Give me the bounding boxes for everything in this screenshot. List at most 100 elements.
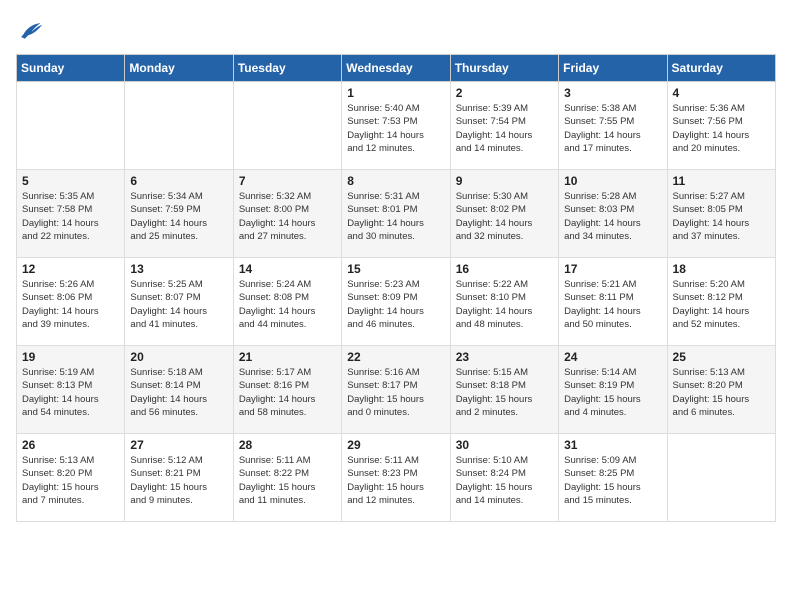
day-number: 23 xyxy=(456,350,553,364)
day-info: Sunrise: 5:16 AM Sunset: 8:17 PM Dayligh… xyxy=(347,366,444,419)
calendar-body: 1 Sunrise: 5:40 AM Sunset: 7:53 PM Daylig… xyxy=(17,82,776,522)
day-number: 25 xyxy=(673,350,770,364)
calendar-cell: 21 Sunrise: 5:17 AM Sunset: 8:16 PM Dayli… xyxy=(233,346,341,434)
day-info: Sunrise: 5:24 AM Sunset: 8:08 PM Dayligh… xyxy=(239,278,336,331)
calendar-cell: 10 Sunrise: 5:28 AM Sunset: 8:03 PM Dayli… xyxy=(559,170,667,258)
day-info: Sunrise: 5:23 AM Sunset: 8:09 PM Dayligh… xyxy=(347,278,444,331)
calendar-cell: 5 Sunrise: 5:35 AM Sunset: 7:58 PM Daylig… xyxy=(17,170,125,258)
day-number: 13 xyxy=(130,262,227,276)
logo xyxy=(16,16,46,44)
day-number: 22 xyxy=(347,350,444,364)
day-number: 10 xyxy=(564,174,661,188)
day-info: Sunrise: 5:19 AM Sunset: 8:13 PM Dayligh… xyxy=(22,366,119,419)
day-number: 6 xyxy=(130,174,227,188)
calendar-week-2: 5 Sunrise: 5:35 AM Sunset: 7:58 PM Daylig… xyxy=(17,170,776,258)
day-info: Sunrise: 5:17 AM Sunset: 8:16 PM Dayligh… xyxy=(239,366,336,419)
day-number: 14 xyxy=(239,262,336,276)
col-thursday: Thursday xyxy=(450,55,558,82)
day-number: 26 xyxy=(22,438,119,452)
calendar-cell xyxy=(17,82,125,170)
day-number: 4 xyxy=(673,86,770,100)
day-number: 24 xyxy=(564,350,661,364)
day-info: Sunrise: 5:15 AM Sunset: 8:18 PM Dayligh… xyxy=(456,366,553,419)
calendar-cell xyxy=(667,434,775,522)
calendar-cell: 28Sunrise: 5:11 AM Sunset: 8:22 PM Dayli… xyxy=(233,434,341,522)
day-number: 18 xyxy=(673,262,770,276)
calendar-cell: 16 Sunrise: 5:22 AM Sunset: 8:10 PM Dayli… xyxy=(450,258,558,346)
calendar-cell: 6Sunrise: 5:34 AM Sunset: 7:59 PM Daylig… xyxy=(125,170,233,258)
day-info: Sunrise: 5:30 AM Sunset: 8:02 PM Dayligh… xyxy=(456,190,553,243)
calendar-cell: 12 Sunrise: 5:26 AM Sunset: 8:06 PM Dayli… xyxy=(17,258,125,346)
day-info: Sunrise: 5:40 AM Sunset: 7:53 PM Dayligh… xyxy=(347,102,444,155)
calendar-cell: 30 Sunrise: 5:10 AM Sunset: 8:24 PM Dayli… xyxy=(450,434,558,522)
col-wednesday: Wednesday xyxy=(342,55,450,82)
day-info: Sunrise: 5:26 AM Sunset: 8:06 PM Dayligh… xyxy=(22,278,119,331)
col-monday: Monday xyxy=(125,55,233,82)
day-number: 1 xyxy=(347,86,444,100)
day-number: 9 xyxy=(456,174,553,188)
day-number: 7 xyxy=(239,174,336,188)
day-number: 20 xyxy=(130,350,227,364)
day-number: 2 xyxy=(456,86,553,100)
calendar-cell: 31Sunrise: 5:09 AM Sunset: 8:25 PM Dayli… xyxy=(559,434,667,522)
day-number: 17 xyxy=(564,262,661,276)
calendar-cell: 4 Sunrise: 5:36 AM Sunset: 7:56 PM Daylig… xyxy=(667,82,775,170)
calendar-cell: 19 Sunrise: 5:19 AM Sunset: 8:13 PM Dayli… xyxy=(17,346,125,434)
day-info: Sunrise: 5:32 AM Sunset: 8:00 PM Dayligh… xyxy=(239,190,336,243)
calendar-header: Sunday Monday Tuesday Wednesday Thursday… xyxy=(17,55,776,82)
calendar-cell: 23 Sunrise: 5:15 AM Sunset: 8:18 PM Dayli… xyxy=(450,346,558,434)
day-info: Sunrise: 5:27 AM Sunset: 8:05 PM Dayligh… xyxy=(673,190,770,243)
calendar-cell: 9 Sunrise: 5:30 AM Sunset: 8:02 PM Daylig… xyxy=(450,170,558,258)
day-info: Sunrise: 5:12 AM Sunset: 8:21 PM Dayligh… xyxy=(130,454,227,507)
calendar-cell: 14 Sunrise: 5:24 AM Sunset: 8:08 PM Dayli… xyxy=(233,258,341,346)
calendar-cell: 17 Sunrise: 5:21 AM Sunset: 8:11 PM Dayli… xyxy=(559,258,667,346)
day-number: 3 xyxy=(564,86,661,100)
day-info: Sunrise: 5:39 AM Sunset: 7:54 PM Dayligh… xyxy=(456,102,553,155)
day-info: Sunrise: 5:28 AM Sunset: 8:03 PM Dayligh… xyxy=(564,190,661,243)
calendar-cell: 15 Sunrise: 5:23 AM Sunset: 8:09 PM Dayli… xyxy=(342,258,450,346)
day-info: Sunrise: 5:25 AM Sunset: 8:07 PM Dayligh… xyxy=(130,278,227,331)
day-number: 15 xyxy=(347,262,444,276)
day-number: 30 xyxy=(456,438,553,452)
page-header xyxy=(16,16,776,44)
day-info: Sunrise: 5:20 AM Sunset: 8:12 PM Dayligh… xyxy=(673,278,770,331)
calendar-cell: 22 Sunrise: 5:16 AM Sunset: 8:17 PM Dayli… xyxy=(342,346,450,434)
day-info: Sunrise: 5:38 AM Sunset: 7:55 PM Dayligh… xyxy=(564,102,661,155)
calendar-cell: 26Sunrise: 5:13 AM Sunset: 8:20 PM Dayli… xyxy=(17,434,125,522)
col-friday: Friday xyxy=(559,55,667,82)
calendar-cell: 27Sunrise: 5:12 AM Sunset: 8:21 PM Dayli… xyxy=(125,434,233,522)
calendar-cell xyxy=(125,82,233,170)
day-info: Sunrise: 5:10 AM Sunset: 8:24 PM Dayligh… xyxy=(456,454,553,507)
day-info: Sunrise: 5:35 AM Sunset: 7:58 PM Dayligh… xyxy=(22,190,119,243)
calendar-cell: 1 Sunrise: 5:40 AM Sunset: 7:53 PM Daylig… xyxy=(342,82,450,170)
day-info: Sunrise: 5:31 AM Sunset: 8:01 PM Dayligh… xyxy=(347,190,444,243)
calendar-cell: 3 Sunrise: 5:38 AM Sunset: 7:55 PM Daylig… xyxy=(559,82,667,170)
day-info: Sunrise: 5:36 AM Sunset: 7:56 PM Dayligh… xyxy=(673,102,770,155)
day-number: 21 xyxy=(239,350,336,364)
day-number: 11 xyxy=(673,174,770,188)
day-info: Sunrise: 5:22 AM Sunset: 8:10 PM Dayligh… xyxy=(456,278,553,331)
day-info: Sunrise: 5:09 AM Sunset: 8:25 PM Dayligh… xyxy=(564,454,661,507)
calendar-cell xyxy=(233,82,341,170)
logo-icon xyxy=(16,16,44,44)
header-row: Sunday Monday Tuesday Wednesday Thursday… xyxy=(17,55,776,82)
calendar-cell: 20 Sunrise: 5:18 AM Sunset: 8:14 PM Dayli… xyxy=(125,346,233,434)
calendar-week-4: 19 Sunrise: 5:19 AM Sunset: 8:13 PM Dayli… xyxy=(17,346,776,434)
day-info: Sunrise: 5:18 AM Sunset: 8:14 PM Dayligh… xyxy=(130,366,227,419)
day-info: Sunrise: 5:21 AM Sunset: 8:11 PM Dayligh… xyxy=(564,278,661,331)
calendar-cell: 7 Sunrise: 5:32 AM Sunset: 8:00 PM Daylig… xyxy=(233,170,341,258)
day-info: Sunrise: 5:13 AM Sunset: 8:20 PM Dayligh… xyxy=(673,366,770,419)
col-saturday: Saturday xyxy=(667,55,775,82)
calendar-cell: 25 Sunrise: 5:13 AM Sunset: 8:20 PM Dayli… xyxy=(667,346,775,434)
calendar-week-1: 1 Sunrise: 5:40 AM Sunset: 7:53 PM Daylig… xyxy=(17,82,776,170)
day-info: Sunrise: 5:11 AM Sunset: 8:23 PM Dayligh… xyxy=(347,454,444,507)
calendar-cell: 18 Sunrise: 5:20 AM Sunset: 8:12 PM Dayli… xyxy=(667,258,775,346)
day-number: 19 xyxy=(22,350,119,364)
calendar-cell: 13 Sunrise: 5:25 AM Sunset: 8:07 PM Dayli… xyxy=(125,258,233,346)
day-number: 5 xyxy=(22,174,119,188)
day-number: 16 xyxy=(456,262,553,276)
day-info: Sunrise: 5:14 AM Sunset: 8:19 PM Dayligh… xyxy=(564,366,661,419)
day-number: 12 xyxy=(22,262,119,276)
calendar-table: Sunday Monday Tuesday Wednesday Thursday… xyxy=(16,54,776,522)
calendar-cell: 29Sunrise: 5:11 AM Sunset: 8:23 PM Dayli… xyxy=(342,434,450,522)
